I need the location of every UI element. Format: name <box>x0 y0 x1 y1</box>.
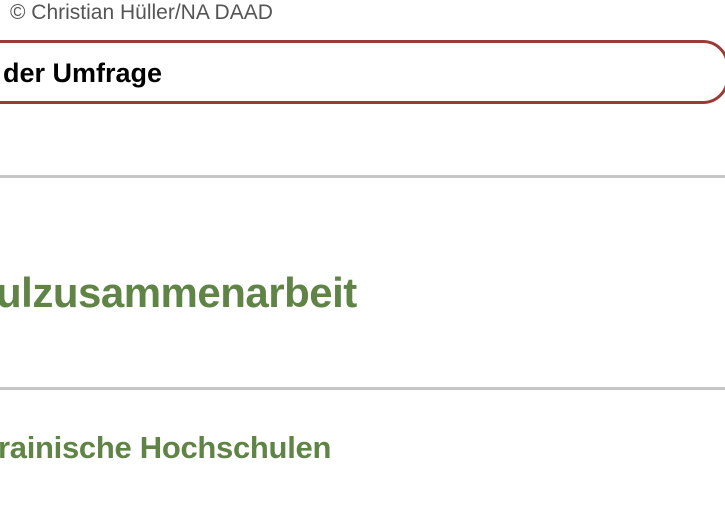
survey-button-label: der Umfrage <box>3 58 163 88</box>
section-link[interactable]: rainische Hochschulen <box>0 429 331 467</box>
divider <box>0 387 725 390</box>
image-credit: © Christian Hüller/NA DAAD <box>10 1 273 24</box>
divider <box>0 175 725 178</box>
survey-button[interactable]: der Umfrage <box>0 40 725 104</box>
page: © Christian Hüller/NA DAAD der Umfrage u… <box>0 0 725 508</box>
section-heading: ulzusammenarbeit <box>0 269 357 316</box>
